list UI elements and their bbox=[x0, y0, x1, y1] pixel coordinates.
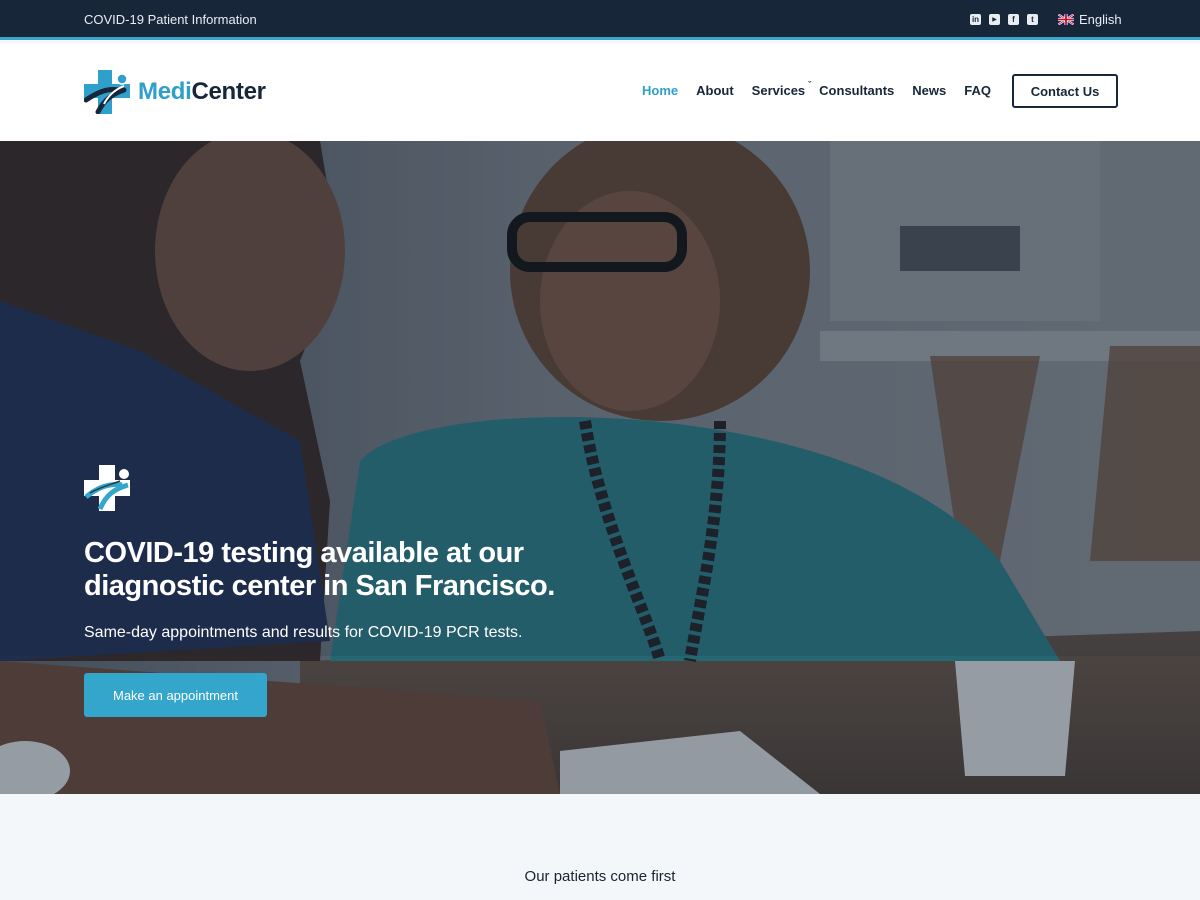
twitter-icon[interactable]: t bbox=[1027, 14, 1038, 25]
medical-cross-icon bbox=[84, 465, 130, 511]
nav-about[interactable]: About bbox=[696, 83, 734, 98]
language-label: English bbox=[1079, 12, 1122, 27]
language-selector[interactable]: English bbox=[1058, 12, 1122, 27]
hero-subtitle: Same-day appointments and results for CO… bbox=[84, 624, 523, 641]
nav-faq[interactable]: FAQ bbox=[964, 83, 991, 98]
linkedin-icon[interactable]: in bbox=[970, 14, 981, 25]
site-header: MediCenter Home About Services ˇ Consult… bbox=[0, 43, 1200, 141]
nav-news[interactable]: News bbox=[912, 83, 946, 98]
nav-consultants[interactable]: Consultants bbox=[819, 83, 894, 98]
covid-info-link[interactable]: COVID-19 Patient Information bbox=[84, 12, 257, 27]
youtube-icon[interactable]: ▶ bbox=[989, 14, 1000, 25]
nav-services[interactable]: Services ˇ bbox=[751, 80, 812, 98]
section-tagline: Our patients come first bbox=[524, 868, 676, 885]
nav-services-label: Services bbox=[751, 83, 806, 98]
hero-title: COVID-19 testing available at our diagno… bbox=[84, 537, 555, 602]
logo-text: MediCenter bbox=[138, 78, 266, 105]
uk-flag-icon bbox=[1058, 14, 1074, 25]
contact-us-button[interactable]: Contact Us bbox=[1012, 74, 1118, 108]
top-bar: COVID-19 Patient Information in ▶ f t En… bbox=[0, 0, 1200, 40]
logo[interactable]: MediCenter bbox=[84, 70, 266, 114]
patients-section: Our patients come first bbox=[0, 794, 1200, 900]
social-links: in ▶ f t bbox=[970, 14, 1038, 25]
hero-section: COVID-19 testing available at our diagno… bbox=[0, 141, 1200, 794]
medical-cross-logo-icon bbox=[84, 70, 130, 114]
nav-home[interactable]: Home bbox=[642, 83, 678, 98]
main-nav: Home About Services ˇ Consultants News F… bbox=[642, 80, 1009, 98]
facebook-icon[interactable]: f bbox=[1008, 14, 1019, 25]
make-appointment-button[interactable]: Make an appointment bbox=[84, 673, 267, 717]
chevron-down-icon: ˇ bbox=[808, 80, 812, 90]
